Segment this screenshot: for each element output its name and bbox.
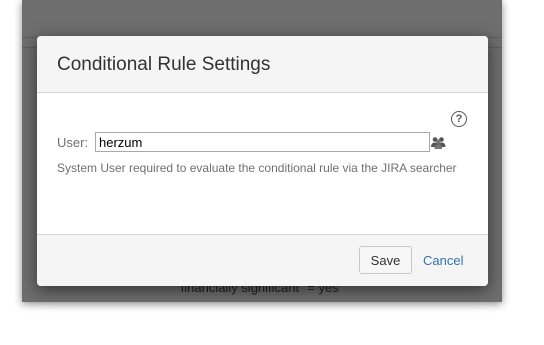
field-description: System User required to evaluate the con… — [57, 161, 457, 175]
dialog-footer: Save Cancel — [37, 234, 488, 286]
cancel-link[interactable]: Cancel — [423, 253, 463, 268]
user-group-icon[interactable] — [430, 136, 447, 149]
dialog-title: Conditional Rule Settings — [57, 54, 271, 75]
conditional-rule-dialog: Conditional Rule Settings ? User: System… — [37, 36, 488, 286]
user-input[interactable] — [95, 132, 430, 152]
help-icon[interactable]: ? — [451, 111, 467, 127]
user-label: User: — [57, 135, 89, 150]
dialog-header: Conditional Rule Settings — [37, 36, 488, 93]
save-button[interactable]: Save — [359, 246, 412, 274]
